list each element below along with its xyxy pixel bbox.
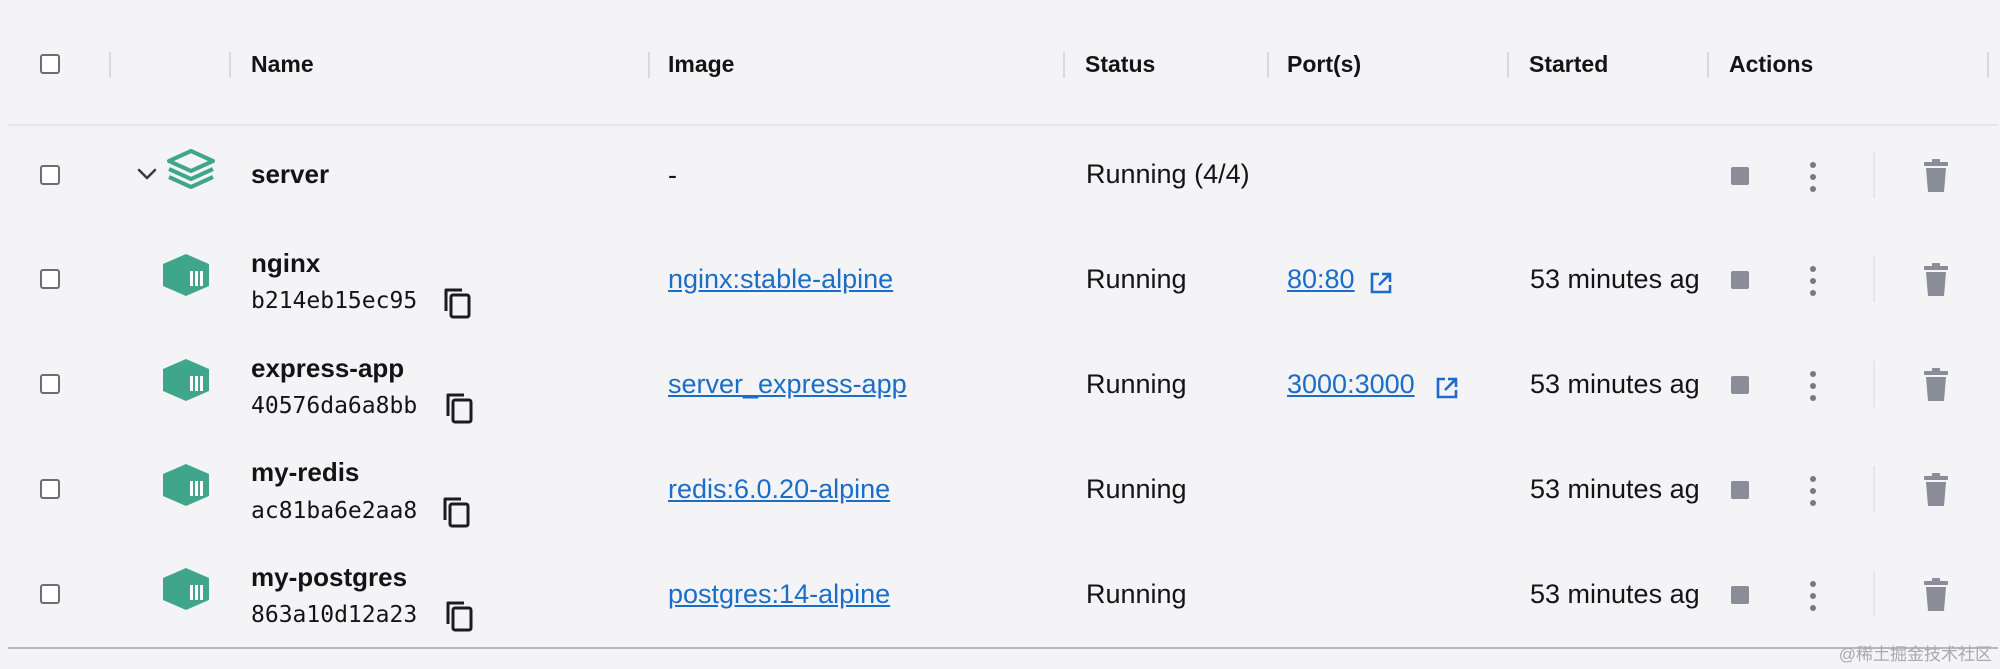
container-row-my-redis[interactable]: my-redis ac81ba6e2aa8 redis:6.0.20-alpin… xyxy=(0,438,2000,542)
copy-icon[interactable] xyxy=(444,600,474,632)
column-divider xyxy=(1267,52,1269,78)
column-divider xyxy=(109,52,111,78)
image-link[interactable]: postgres:14-alpine xyxy=(668,579,890,610)
column-divider xyxy=(1987,52,1989,78)
container-name[interactable]: my-redis xyxy=(251,457,359,488)
image-link[interactable]: nginx:stable-alpine xyxy=(668,264,893,295)
row-checkbox[interactable] xyxy=(40,374,60,394)
copy-icon[interactable] xyxy=(444,392,474,424)
column-header-actions: Actions xyxy=(1729,51,1814,77)
container-name[interactable]: nginx xyxy=(251,248,320,279)
stop-icon[interactable] xyxy=(1731,586,1749,604)
external-link-icon[interactable] xyxy=(1435,376,1459,400)
container-status: Running xyxy=(1086,264,1187,294)
row-checkbox[interactable] xyxy=(40,165,60,185)
trash-icon[interactable] xyxy=(1922,159,1950,193)
copy-icon[interactable] xyxy=(441,496,471,528)
column-divider xyxy=(1507,52,1509,78)
action-divider xyxy=(1873,361,1875,407)
started-time: 53 minutes ag xyxy=(1530,474,1700,504)
stop-icon[interactable] xyxy=(1731,481,1749,499)
container-box-icon xyxy=(163,464,209,506)
column-header-ports[interactable]: Port(s) xyxy=(1287,51,1361,78)
table-bottom-border xyxy=(8,647,1998,649)
column-header-image[interactable]: Image xyxy=(668,51,734,78)
container-name[interactable]: express-app xyxy=(251,353,404,384)
kebab-menu-icon[interactable] xyxy=(1810,266,1816,296)
action-divider xyxy=(1873,152,1875,198)
external-link-icon[interactable] xyxy=(1369,271,1393,295)
port-link[interactable]: 3000:3000 xyxy=(1287,369,1415,400)
container-status: Running xyxy=(1086,579,1187,609)
action-divider xyxy=(1873,466,1875,512)
column-header-name[interactable]: Name xyxy=(251,51,314,78)
container-status: Running xyxy=(1086,474,1187,504)
image-link[interactable]: server_express-app xyxy=(668,369,907,400)
container-id: 863a10d12a23 xyxy=(251,602,418,628)
container-row-nginx[interactable]: nginx b214eb15ec95 nginx:stable-alpine R… xyxy=(0,229,2000,333)
row-checkbox[interactable] xyxy=(40,269,60,289)
stop-icon[interactable] xyxy=(1731,376,1749,394)
container-box-icon xyxy=(163,254,209,296)
container-id: 40576da6a8bb xyxy=(251,393,418,419)
column-divider xyxy=(648,52,650,78)
column-divider xyxy=(1707,52,1709,78)
trash-icon[interactable] xyxy=(1922,578,1950,612)
containers-table: Name Image Status Port(s) Started Action… xyxy=(0,0,2000,669)
container-status: Running xyxy=(1086,369,1187,399)
kebab-menu-icon[interactable] xyxy=(1810,581,1816,611)
row-checkbox[interactable] xyxy=(40,479,60,499)
started-time: 53 minutes ag xyxy=(1530,369,1700,399)
trash-icon[interactable] xyxy=(1922,368,1950,402)
action-divider xyxy=(1873,256,1875,302)
trash-icon[interactable] xyxy=(1922,263,1950,297)
stop-icon[interactable] xyxy=(1731,167,1749,185)
table-header: Name Image Status Port(s) Started Action… xyxy=(8,0,1998,126)
action-divider xyxy=(1873,571,1875,617)
container-id: b214eb15ec95 xyxy=(251,288,418,314)
container-row-express-app[interactable]: express-app 40576da6a8bb server_express-… xyxy=(0,334,2000,438)
column-divider xyxy=(1063,52,1065,78)
stack-layers-icon xyxy=(167,149,215,189)
row-checkbox[interactable] xyxy=(40,584,60,604)
group-status: Running (4/4) xyxy=(1086,159,1250,189)
container-box-icon xyxy=(163,568,209,610)
compose-group-row[interactable]: server - Running (4/4) xyxy=(0,124,2000,228)
column-divider xyxy=(229,52,231,78)
watermark: @稀土掘金技术社区 xyxy=(1838,645,1992,664)
group-name[interactable]: server xyxy=(251,159,329,190)
stop-icon[interactable] xyxy=(1731,271,1749,289)
copy-icon[interactable] xyxy=(442,287,472,319)
group-image: - xyxy=(668,160,677,190)
container-box-icon xyxy=(163,359,209,401)
kebab-menu-icon[interactable] xyxy=(1810,371,1816,401)
port-link[interactable]: 80:80 xyxy=(1287,264,1355,295)
image-link[interactable]: redis:6.0.20-alpine xyxy=(668,474,890,505)
container-id: ac81ba6e2aa8 xyxy=(251,498,418,524)
select-all-checkbox[interactable] xyxy=(40,54,60,74)
chevron-down-icon[interactable] xyxy=(137,168,157,182)
column-header-status[interactable]: Status xyxy=(1085,51,1155,78)
started-time: 53 minutes ag xyxy=(1530,579,1700,609)
trash-icon[interactable] xyxy=(1922,473,1950,507)
kebab-menu-icon[interactable] xyxy=(1810,162,1816,192)
started-time: 53 minutes ag xyxy=(1530,264,1700,294)
container-name[interactable]: my-postgres xyxy=(251,562,407,593)
kebab-menu-icon[interactable] xyxy=(1810,476,1816,506)
container-row-my-postgres[interactable]: my-postgres 863a10d12a23 postgres:14-alp… xyxy=(0,542,2000,646)
column-header-started[interactable]: Started xyxy=(1529,51,1608,78)
